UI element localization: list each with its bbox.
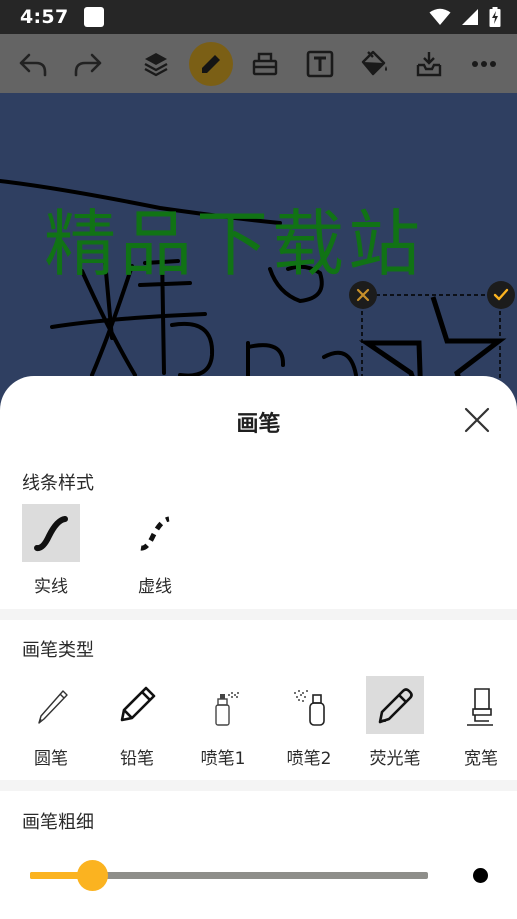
marker-icon — [467, 688, 493, 726]
brush-type-spray2[interactable]: 喷笔2 — [280, 676, 338, 769]
redo-button[interactable] — [66, 42, 110, 86]
app-notification-icon — [84, 7, 105, 27]
spray-can-icon — [215, 692, 239, 726]
close-sheet-button[interactable] — [463, 406, 491, 434]
brush-type-wide[interactable]: 宽笔 — [452, 676, 510, 769]
solid-line-icon — [34, 516, 68, 552]
close-icon — [356, 288, 370, 302]
brush-settings-sheet: 画笔 线条样式 实线 虚线 画笔类型 圆笔 铅笔 喷笔1 喷笔2 荧光笔 宽笔 … — [0, 376, 517, 919]
divider — [0, 780, 517, 791]
pen-tool-button[interactable] — [189, 42, 233, 86]
spray2-option-bg — [280, 676, 338, 734]
status-time: 4:57 — [20, 6, 69, 28]
undo-button[interactable] — [11, 42, 55, 86]
text-icon — [306, 50, 334, 78]
pencil-option-bg — [108, 676, 166, 734]
brush-size-label: 画笔粗细 — [22, 812, 94, 833]
dashed-line-icon — [140, 516, 170, 551]
line-style-solid[interactable]: 实线 — [22, 504, 80, 597]
brush-size-preview — [473, 868, 488, 883]
layers-icon — [144, 53, 168, 77]
spray2-label: 喷笔2 — [286, 749, 332, 769]
highlighter-option-bg — [366, 676, 424, 734]
slider-thumb[interactable] — [76, 860, 108, 891]
status-icons — [429, 7, 501, 27]
battery-charging-icon — [489, 7, 501, 27]
highlighter-label: 荧光笔 — [369, 749, 421, 769]
brush-type-label: 画笔类型 — [22, 640, 94, 661]
undo-icon — [19, 53, 47, 77]
inbox-icon — [416, 52, 442, 77]
delete-selection-button[interactable] — [349, 281, 377, 309]
more-button[interactable] — [462, 42, 506, 86]
highlighter-icon — [378, 688, 413, 724]
fill-bucket-icon — [361, 50, 387, 76]
wide-pen-option-bg — [452, 676, 510, 734]
wifi-icon — [429, 8, 451, 25]
pen-icon — [202, 55, 220, 73]
pencil-icon — [120, 686, 156, 722]
check-icon — [493, 288, 509, 301]
round-pen-option-bg — [22, 676, 80, 734]
brush-type-round[interactable]: 圆笔 — [22, 676, 80, 769]
canvas-text-element[interactable]: 精品下载站 — [44, 185, 424, 290]
fountain-pen-icon — [38, 690, 68, 724]
eraser-icon — [252, 52, 278, 76]
confirm-selection-button[interactable] — [487, 281, 515, 309]
dashed-line-label: 虚线 — [138, 577, 172, 597]
brush-type-highlighter[interactable]: 荧光笔 — [366, 676, 424, 769]
drawing-toolbar — [0, 34, 517, 93]
fill-button[interactable] — [352, 42, 396, 86]
spray-bottle-icon — [294, 690, 325, 726]
spray1-option-bg — [194, 676, 252, 734]
divider — [0, 609, 517, 620]
solid-line-option-bg — [22, 504, 80, 562]
dashed-line-option-bg — [126, 504, 184, 562]
solid-line-label: 实线 — [34, 577, 68, 597]
import-button[interactable] — [407, 42, 451, 86]
line-style-label: 线条样式 — [22, 473, 94, 494]
redo-icon — [74, 53, 102, 77]
brush-type-pencil[interactable]: 铅笔 — [108, 676, 166, 769]
spray1-label: 喷笔1 — [200, 749, 246, 769]
status-bar: 4:57 — [0, 0, 517, 34]
wide-pen-label: 宽笔 — [464, 749, 498, 769]
brush-size-slider[interactable] — [30, 860, 428, 891]
sheet-title: 画笔 — [236, 412, 281, 437]
text-tool-button[interactable] — [298, 42, 342, 86]
pencil-label: 铅笔 — [120, 749, 154, 769]
layers-button[interactable] — [134, 42, 178, 86]
line-style-dashed[interactable]: 虚线 — [126, 504, 184, 597]
signal-icon — [462, 9, 478, 25]
brush-type-spray1[interactable]: 喷笔1 — [194, 676, 252, 769]
round-pen-label: 圆笔 — [34, 749, 68, 769]
eraser-button[interactable] — [243, 42, 287, 86]
more-icon — [472, 61, 496, 67]
